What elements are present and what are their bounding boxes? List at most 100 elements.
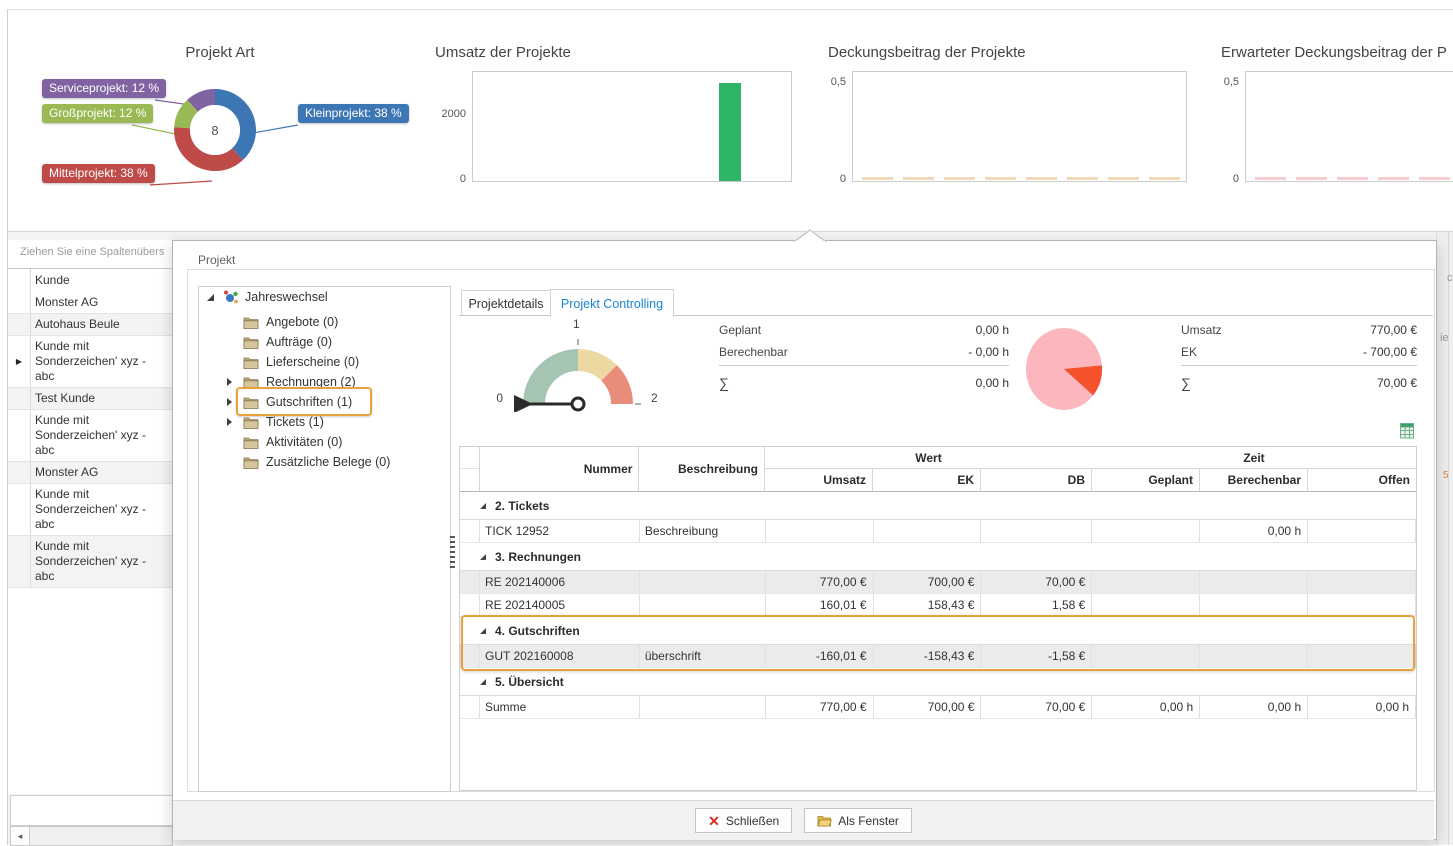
cell-berechenbar xyxy=(1200,645,1308,667)
excel-export-icon[interactable] xyxy=(1399,422,1416,440)
band-header-zeit[interactable]: Zeit xyxy=(1092,447,1416,469)
table-row[interactable]: RE 202140005160,01 €158,43 €1,58 € xyxy=(460,594,1416,617)
column-header-offen[interactable]: Offen xyxy=(1308,469,1416,491)
cell-beschreibung xyxy=(640,571,766,593)
stat-label: Umsatz xyxy=(1181,323,1222,337)
donut-label-grossprojekt: Großprojekt: 12 % xyxy=(42,104,153,123)
group-expander-icon[interactable] xyxy=(480,554,486,560)
cell-geplant xyxy=(1092,645,1200,667)
tree-expander-closed-icon[interactable] xyxy=(227,418,232,426)
customer-grid-footer xyxy=(10,795,173,826)
customer-row[interactable]: Monster AG xyxy=(8,292,172,314)
cell-db: 70,00 € xyxy=(981,571,1092,593)
column-header-nummer[interactable]: Nummer xyxy=(480,447,639,491)
tree-node-tickets-1-[interactable]: Tickets (1) xyxy=(243,412,324,432)
group-expander-icon[interactable] xyxy=(480,503,486,509)
customer-row[interactable]: Test Kunde xyxy=(8,388,172,410)
tree-node-zusätzliche-belege-0-[interactable]: Zusätzliche Belege (0) xyxy=(243,452,390,472)
stats-divider xyxy=(719,365,1009,366)
cell-offen xyxy=(1308,571,1416,593)
column-header-umsatz[interactable]: Umsatz xyxy=(765,469,873,491)
group-label: 4. Gutschriften xyxy=(495,624,580,638)
column-header-ek[interactable]: EK xyxy=(873,469,981,491)
tab-projekt-controlling[interactable]: Projekt Controlling xyxy=(550,289,674,317)
close-button[interactable]: ✕ Schließen xyxy=(695,808,792,833)
folder-icon xyxy=(243,376,259,389)
table-row[interactable]: GUT 202160008überschrift-160,01 €-158,43… xyxy=(460,645,1416,668)
column-header-beschreibung[interactable]: Beschreibung xyxy=(639,447,765,491)
cell-nummer: Summe xyxy=(480,696,640,718)
cell-db: -1,58 € xyxy=(981,645,1092,667)
table-row[interactable]: TICK 12952Beschreibung0,00 h xyxy=(460,520,1416,543)
scroll-left-button[interactable]: ◂ xyxy=(11,827,30,845)
cell-db: 1,58 € xyxy=(981,594,1092,616)
tree-root-label[interactable]: Jahreswechsel xyxy=(245,290,328,304)
tree-expander-open-icon[interactable] xyxy=(207,294,214,301)
tree-node-aktivitäten-0-[interactable]: Aktivitäten (0) xyxy=(243,432,342,452)
tree-node-rechnungen-2-[interactable]: Rechnungen (2) xyxy=(243,372,356,392)
tree-item-label: Aufträge (0) xyxy=(266,335,332,349)
tree-node-gutschriften-1-[interactable]: Gutschriften (1) xyxy=(243,392,352,412)
cell-nummer: GUT 202160008 xyxy=(480,645,640,667)
umsatz-tick-2000: 2000 xyxy=(422,108,466,120)
column-header-kunde[interactable]: Kunde xyxy=(31,269,70,292)
group-label: 3. Rechnungen xyxy=(495,550,581,564)
erwartet-bar xyxy=(1337,177,1368,180)
table-row[interactable]: RE 202140006770,00 €700,00 €70,00 € xyxy=(460,571,1416,594)
group-expander-icon[interactable] xyxy=(480,679,486,685)
chart-title-deckungsbeitrag: Deckungsbeitrag der Projekte xyxy=(828,44,1026,61)
chart-erwarteter-deckungsbeitrag: Erwarteter Deckungsbeitrag der P 0,5 0 xyxy=(1213,0,1453,231)
row-indicator-cell xyxy=(8,410,31,461)
donut-label-kleinprojekt: Kleinprojekt: 38 % xyxy=(298,104,409,123)
group-label: 5. Übersicht xyxy=(495,675,564,689)
tree-node-root[interactable]: Jahreswechsel xyxy=(207,287,328,307)
table-row[interactable]: Summe770,00 €700,00 €70,00 €0,00 h0,00 h… xyxy=(460,696,1416,719)
tree-node-angebote-0-[interactable]: Angebote (0) xyxy=(243,312,338,332)
cell-nummer: TICK 12952 xyxy=(480,520,640,542)
close-button-label: Schließen xyxy=(726,814,779,828)
tree-expander-closed-icon[interactable] xyxy=(227,378,232,386)
sum-icon: ∑ xyxy=(719,375,729,391)
customer-row[interactable]: ▶Kunde mit Sonderzeichen' xyz - abc xyxy=(8,336,172,388)
tree-item-label: Zusätzliche Belege (0) xyxy=(266,455,390,469)
column-header-berechenbar[interactable]: Berechenbar xyxy=(1200,469,1308,491)
customer-row[interactable]: Kunde mit Sonderzeichen' xyz - abc xyxy=(8,536,172,588)
customer-row[interactable]: Kunde mit Sonderzeichen' xyz - abc xyxy=(8,484,172,536)
table-group-row[interactable]: 2. Tickets xyxy=(460,492,1416,520)
umsatz-bar xyxy=(719,83,741,181)
tab-projektdetails[interactable]: Projektdetails xyxy=(461,290,551,316)
table-group-row[interactable]: 5. Übersicht xyxy=(460,668,1416,696)
folder-open-icon xyxy=(817,815,832,827)
horizontal-scrollbar[interactable]: ◂ xyxy=(10,826,173,846)
gauge-tick-2: 2 xyxy=(651,391,658,405)
erwartet-plot xyxy=(1245,71,1453,182)
group-expander-icon[interactable] xyxy=(480,628,486,634)
erwartet-bar xyxy=(1419,177,1450,180)
table-group-row[interactable]: 4. Gutschriften xyxy=(460,617,1416,645)
stat-value: 770,00 € xyxy=(1370,323,1417,337)
row-indicator-cell xyxy=(8,484,31,535)
stat-label: Geplant xyxy=(719,323,761,337)
time-stats: Geplant0,00 h Berechenbar- 0,00 h ∑0,00 … xyxy=(719,319,1009,394)
cell-ek: 700,00 € xyxy=(874,571,982,593)
table-group-row[interactable]: 3. Rechnungen xyxy=(460,543,1416,571)
column-header-geplant[interactable]: Geplant xyxy=(1092,469,1200,491)
column-header-db[interactable]: DB xyxy=(981,469,1092,491)
tree-expander-closed-icon[interactable] xyxy=(227,398,232,406)
row-indicator-cell xyxy=(460,571,480,593)
band-header-wert[interactable]: Wert xyxy=(765,447,1092,469)
customer-grid-header[interactable]: Kunde xyxy=(8,268,172,293)
customer-row[interactable]: Autohaus Beule xyxy=(8,314,172,336)
sum-icon: ∑ xyxy=(1181,375,1191,391)
tree-node-aufträge-0-[interactable]: Aufträge (0) xyxy=(243,332,332,352)
popup-notch xyxy=(794,229,826,242)
panel-splitter-handle[interactable] xyxy=(449,533,455,571)
as-window-button[interactable]: Als Fenster xyxy=(804,808,912,833)
tree-node-lieferscheine-0-[interactable]: Lieferscheine (0) xyxy=(243,352,359,372)
customer-name: Monster AG xyxy=(31,292,169,313)
customer-name: Kunde mit Sonderzeichen' xyz - abc xyxy=(31,410,169,461)
customer-row[interactable]: Monster AG xyxy=(8,462,172,484)
project-icon xyxy=(222,289,239,305)
customer-row[interactable]: Kunde mit Sonderzeichen' xyz - abc xyxy=(8,410,172,462)
cost-pie-chart xyxy=(1024,327,1104,413)
